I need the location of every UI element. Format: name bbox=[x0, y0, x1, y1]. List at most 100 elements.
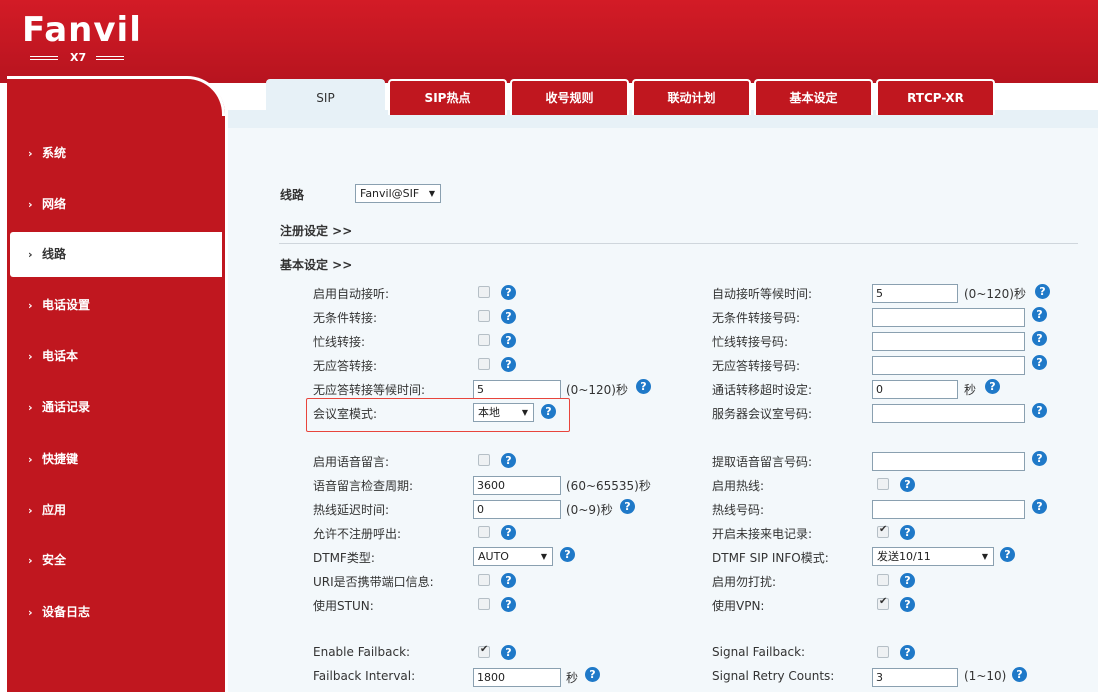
help-icon[interactable]: ? bbox=[501, 333, 516, 348]
uri-port-checkbox[interactable] bbox=[478, 574, 490, 586]
sidebar-item-label: 系统 bbox=[42, 146, 67, 160]
model-label: X7 bbox=[70, 51, 87, 64]
help-icon[interactable]: ? bbox=[501, 573, 516, 588]
line-label: 线路 bbox=[280, 188, 305, 202]
cfnr-checkbox[interactable] bbox=[478, 358, 490, 370]
help-icon[interactable]: ? bbox=[501, 357, 516, 372]
sidebar-item-label: 电话设置 bbox=[42, 298, 91, 312]
auto-answer-time-range: (0~120)秒 bbox=[964, 287, 1026, 301]
line-select-value: Fanvil@SIF bbox=[360, 187, 420, 200]
basic-settings-heading[interactable]: 基本设定 >> bbox=[280, 256, 352, 273]
cfb-number-input[interactable] bbox=[872, 332, 1025, 351]
dnd-checkbox[interactable] bbox=[877, 574, 889, 586]
help-icon[interactable]: ? bbox=[900, 525, 915, 540]
signal-retry-input[interactable]: 3 bbox=[872, 668, 958, 687]
sidebar-item-call-log[interactable]: › 通话记录 bbox=[0, 388, 218, 426]
dropdown-arrow-icon: ▼ bbox=[981, 552, 988, 561]
tab-rtcp-xr[interactable]: RTCP-XR bbox=[876, 79, 995, 115]
model-row: X7 bbox=[30, 51, 130, 65]
sidebar-item-phone-settings[interactable]: › 电话设置 bbox=[0, 286, 218, 324]
tab-dial-plan[interactable]: 收号规则 bbox=[510, 79, 629, 115]
help-icon[interactable]: ? bbox=[560, 547, 575, 562]
hotline-checkbox[interactable] bbox=[877, 478, 889, 490]
sidebar-item-phonebook[interactable]: › 电话本 bbox=[0, 337, 218, 375]
help-icon[interactable]: ? bbox=[1012, 667, 1027, 682]
register-settings-link[interactable]: 注册设定 >> bbox=[280, 222, 352, 239]
help-icon[interactable]: ? bbox=[900, 477, 915, 492]
help-icon[interactable]: ? bbox=[985, 379, 1000, 394]
help-icon[interactable]: ? bbox=[585, 667, 600, 682]
dtmf-sip-info-select[interactable]: 发送10/11 ▼ bbox=[872, 547, 994, 566]
allow-unregistered-checkbox[interactable] bbox=[478, 526, 490, 538]
help-icon[interactable]: ? bbox=[1032, 331, 1047, 346]
chevron-right-icon: › bbox=[28, 350, 33, 363]
sidebar-item-label: 电话本 bbox=[42, 349, 79, 363]
hotline-number-label: 热线号码: bbox=[712, 503, 765, 517]
cfu-checkbox[interactable] bbox=[478, 310, 490, 322]
cfnr-time-input[interactable]: 5 bbox=[473, 380, 561, 399]
signal-retry-range: (1~10) bbox=[964, 669, 1007, 683]
hotline-delay-range: (0~9)秒 bbox=[566, 503, 613, 517]
help-icon[interactable]: ? bbox=[1032, 451, 1047, 466]
cfnr-number-input[interactable] bbox=[872, 356, 1025, 375]
help-icon[interactable]: ? bbox=[501, 597, 516, 612]
stun-checkbox[interactable] bbox=[478, 598, 490, 610]
help-icon[interactable]: ? bbox=[900, 597, 915, 612]
sidebar-item-security[interactable]: › 安全 bbox=[0, 541, 218, 579]
signal-failback-checkbox[interactable] bbox=[877, 646, 889, 658]
dtmf-type-value: AUTO bbox=[478, 550, 509, 563]
signal-retry-label: Signal Retry Counts: bbox=[712, 669, 835, 683]
help-icon[interactable]: ? bbox=[1032, 355, 1047, 370]
help-icon[interactable]: ? bbox=[636, 379, 651, 394]
help-icon[interactable]: ? bbox=[501, 645, 516, 660]
sidebar-item-network[interactable]: › 网络 bbox=[0, 185, 218, 223]
sidebar-item-dsskey[interactable]: › 快捷键 bbox=[0, 440, 218, 478]
tab-sip-hotspot[interactable]: SIP热点 bbox=[388, 79, 507, 115]
line-select[interactable]: Fanvil@SIF ▼ bbox=[355, 184, 441, 203]
auto-answer-checkbox[interactable] bbox=[478, 286, 490, 298]
sidebar-item-system[interactable]: › 系统 bbox=[0, 134, 218, 172]
tab-action-plan[interactable]: 联动计划 bbox=[632, 79, 751, 115]
auto-answer-label: 启用自动接听: bbox=[313, 287, 390, 301]
help-icon[interactable]: ? bbox=[1032, 403, 1047, 418]
chevron-right-icon: › bbox=[28, 504, 33, 517]
help-icon[interactable]: ? bbox=[501, 525, 516, 540]
tab-sip[interactable]: SIP bbox=[266, 79, 385, 115]
logo-stripe-left bbox=[30, 56, 58, 57]
help-icon[interactable]: ? bbox=[1032, 307, 1047, 322]
sidebar-item-line[interactable]: › 线路 bbox=[10, 232, 222, 277]
help-icon[interactable]: ? bbox=[1000, 547, 1015, 562]
dtmf-type-select[interactable]: AUTO ▼ bbox=[473, 547, 553, 566]
help-icon[interactable]: ? bbox=[900, 645, 915, 660]
server-conference-input[interactable] bbox=[872, 404, 1025, 423]
help-icon[interactable]: ? bbox=[900, 573, 915, 588]
failback-interval-input[interactable]: 1800 bbox=[473, 668, 561, 687]
conference-mode-select[interactable]: 本地 ▼ bbox=[473, 403, 534, 422]
sidebar-item-label: 应用 bbox=[42, 503, 67, 517]
sidebar-item-device-log[interactable]: › 设备日志 bbox=[0, 593, 218, 631]
transfer-timeout-input[interactable]: 0 bbox=[872, 380, 958, 399]
help-icon[interactable]: ? bbox=[1032, 499, 1047, 514]
vm-period-range: (60~65535)秒 bbox=[566, 479, 651, 493]
voicemail-number-input[interactable] bbox=[872, 452, 1025, 471]
help-icon[interactable]: ? bbox=[620, 499, 635, 514]
vm-period-input[interactable]: 3600 bbox=[473, 476, 561, 495]
tab-basic-settings[interactable]: 基本设定 bbox=[754, 79, 873, 115]
failback-checkbox[interactable] bbox=[478, 644, 490, 658]
help-icon[interactable]: ? bbox=[501, 309, 516, 324]
cfu-number-input[interactable] bbox=[872, 308, 1025, 327]
help-icon[interactable]: ? bbox=[1035, 284, 1050, 299]
hotline-delay-input[interactable]: 0 bbox=[473, 500, 561, 519]
cfb-checkbox[interactable] bbox=[478, 334, 490, 346]
help-icon[interactable]: ? bbox=[541, 404, 556, 419]
help-icon[interactable]: ? bbox=[501, 285, 516, 300]
vpn-checkbox[interactable] bbox=[877, 596, 889, 610]
stun-label: 使用STUN: bbox=[313, 599, 374, 613]
hotline-number-input[interactable] bbox=[872, 500, 1025, 519]
missed-call-log-checkbox[interactable] bbox=[877, 524, 889, 538]
dtmf-sip-info-value: 发送10/11 bbox=[877, 550, 931, 563]
sidebar-item-application[interactable]: › 应用 bbox=[0, 491, 218, 529]
help-icon[interactable]: ? bbox=[501, 453, 516, 468]
voicemail-checkbox[interactable] bbox=[478, 454, 490, 466]
auto-answer-time-input[interactable]: 5 bbox=[872, 284, 958, 303]
